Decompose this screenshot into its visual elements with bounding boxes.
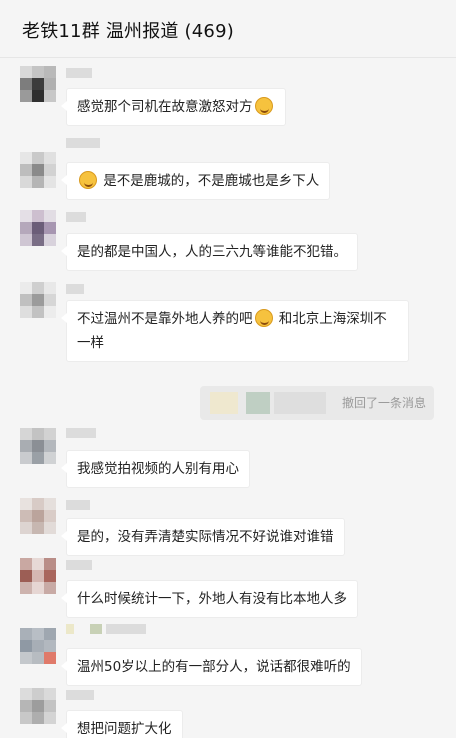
message-text: 是的都是中国人，人的三六九等谁能不犯错。 <box>77 244 347 260</box>
message-text: 是的，没有弄清楚实际情况不好说谁对谁错 <box>77 529 334 545</box>
sender-name <box>106 624 146 634</box>
message-bubble[interactable]: 什么时候统计一下，外地人有没有比本地人多 <box>61 580 358 618</box>
message-text: 不过温州不是靠外地人养的吧 <box>77 311 253 327</box>
message-text: 什么时候统计一下，外地人有没有比本地人多 <box>77 591 347 607</box>
message-text: 是不是鹿城的，不是鹿城也是乡下人 <box>103 173 320 189</box>
message-list[interactable]: 感觉那个司机在故意激怒对方 是不是鹿城的，不是鹿城也是乡下人 是的都是中国人，人… <box>0 58 456 738</box>
message-text: 感觉那个司机在故意激怒对方 <box>77 99 253 115</box>
avatar[interactable] <box>20 428 56 464</box>
message-bubble[interactable]: 是的都是中国人，人的三六九等谁能不犯错。 <box>61 233 358 271</box>
avatar[interactable] <box>20 498 56 534</box>
message-bubble[interactable]: 是的，没有弄清楚实际情况不好说谁对谁错 <box>61 518 345 556</box>
sender-name <box>66 560 92 570</box>
message-bubble[interactable]: 温州50岁以上的有一部分人，说话都很难听的 <box>61 648 362 686</box>
face-with-tears-emoji-icon <box>254 97 273 115</box>
message-bubble[interactable]: 感觉那个司机在故意激怒对方 <box>61 88 286 126</box>
message-bubble[interactable]: 不过温州不是靠外地人养的吧 和北京上海深圳不一样 <box>61 300 409 362</box>
avatar[interactable] <box>20 210 56 246</box>
message-bubble[interactable]: 我感觉拍视频的人别有用心 <box>61 450 250 488</box>
message-text: 温州50岁以上的有一部分人，说话都很难听的 <box>77 659 351 675</box>
sender-name <box>66 690 94 700</box>
face-with-tears-emoji-icon <box>79 171 97 189</box>
avatar[interactable] <box>20 558 56 594</box>
message-bubble[interactable]: 是不是鹿城的，不是鹿城也是乡下人 <box>60 162 331 200</box>
sender-name <box>66 284 84 294</box>
avatar[interactable] <box>20 66 56 102</box>
sender-name <box>66 624 74 634</box>
blurred-avatar <box>246 392 270 414</box>
sender-name <box>90 624 102 634</box>
avatar[interactable] <box>20 628 56 664</box>
avatar[interactable] <box>20 688 56 724</box>
recall-notice: 撤回了一条消息 <box>200 386 434 420</box>
face-with-tears-emoji-icon <box>254 309 273 327</box>
message-bubble[interactable]: 想把问题扩大化 <box>61 710 183 738</box>
avatar[interactable] <box>20 152 56 188</box>
message-text: 我感觉拍视频的人别有用心 <box>77 461 239 477</box>
sender-name <box>66 500 90 510</box>
sender-name <box>66 428 96 438</box>
sender-name <box>66 68 92 78</box>
chat-title: 老铁11群 温州报道 (469) <box>22 21 234 42</box>
blurred-name <box>274 392 326 414</box>
recall-text: 撤回了一条消息 <box>341 396 426 410</box>
blurred-avatar <box>210 392 238 414</box>
sender-name <box>66 212 86 222</box>
sender-name <box>66 138 100 148</box>
avatar[interactable] <box>20 282 56 318</box>
message-text: 想把问题扩大化 <box>77 721 172 737</box>
chat-header: 老铁11群 温州报道 (469) <box>0 0 456 58</box>
